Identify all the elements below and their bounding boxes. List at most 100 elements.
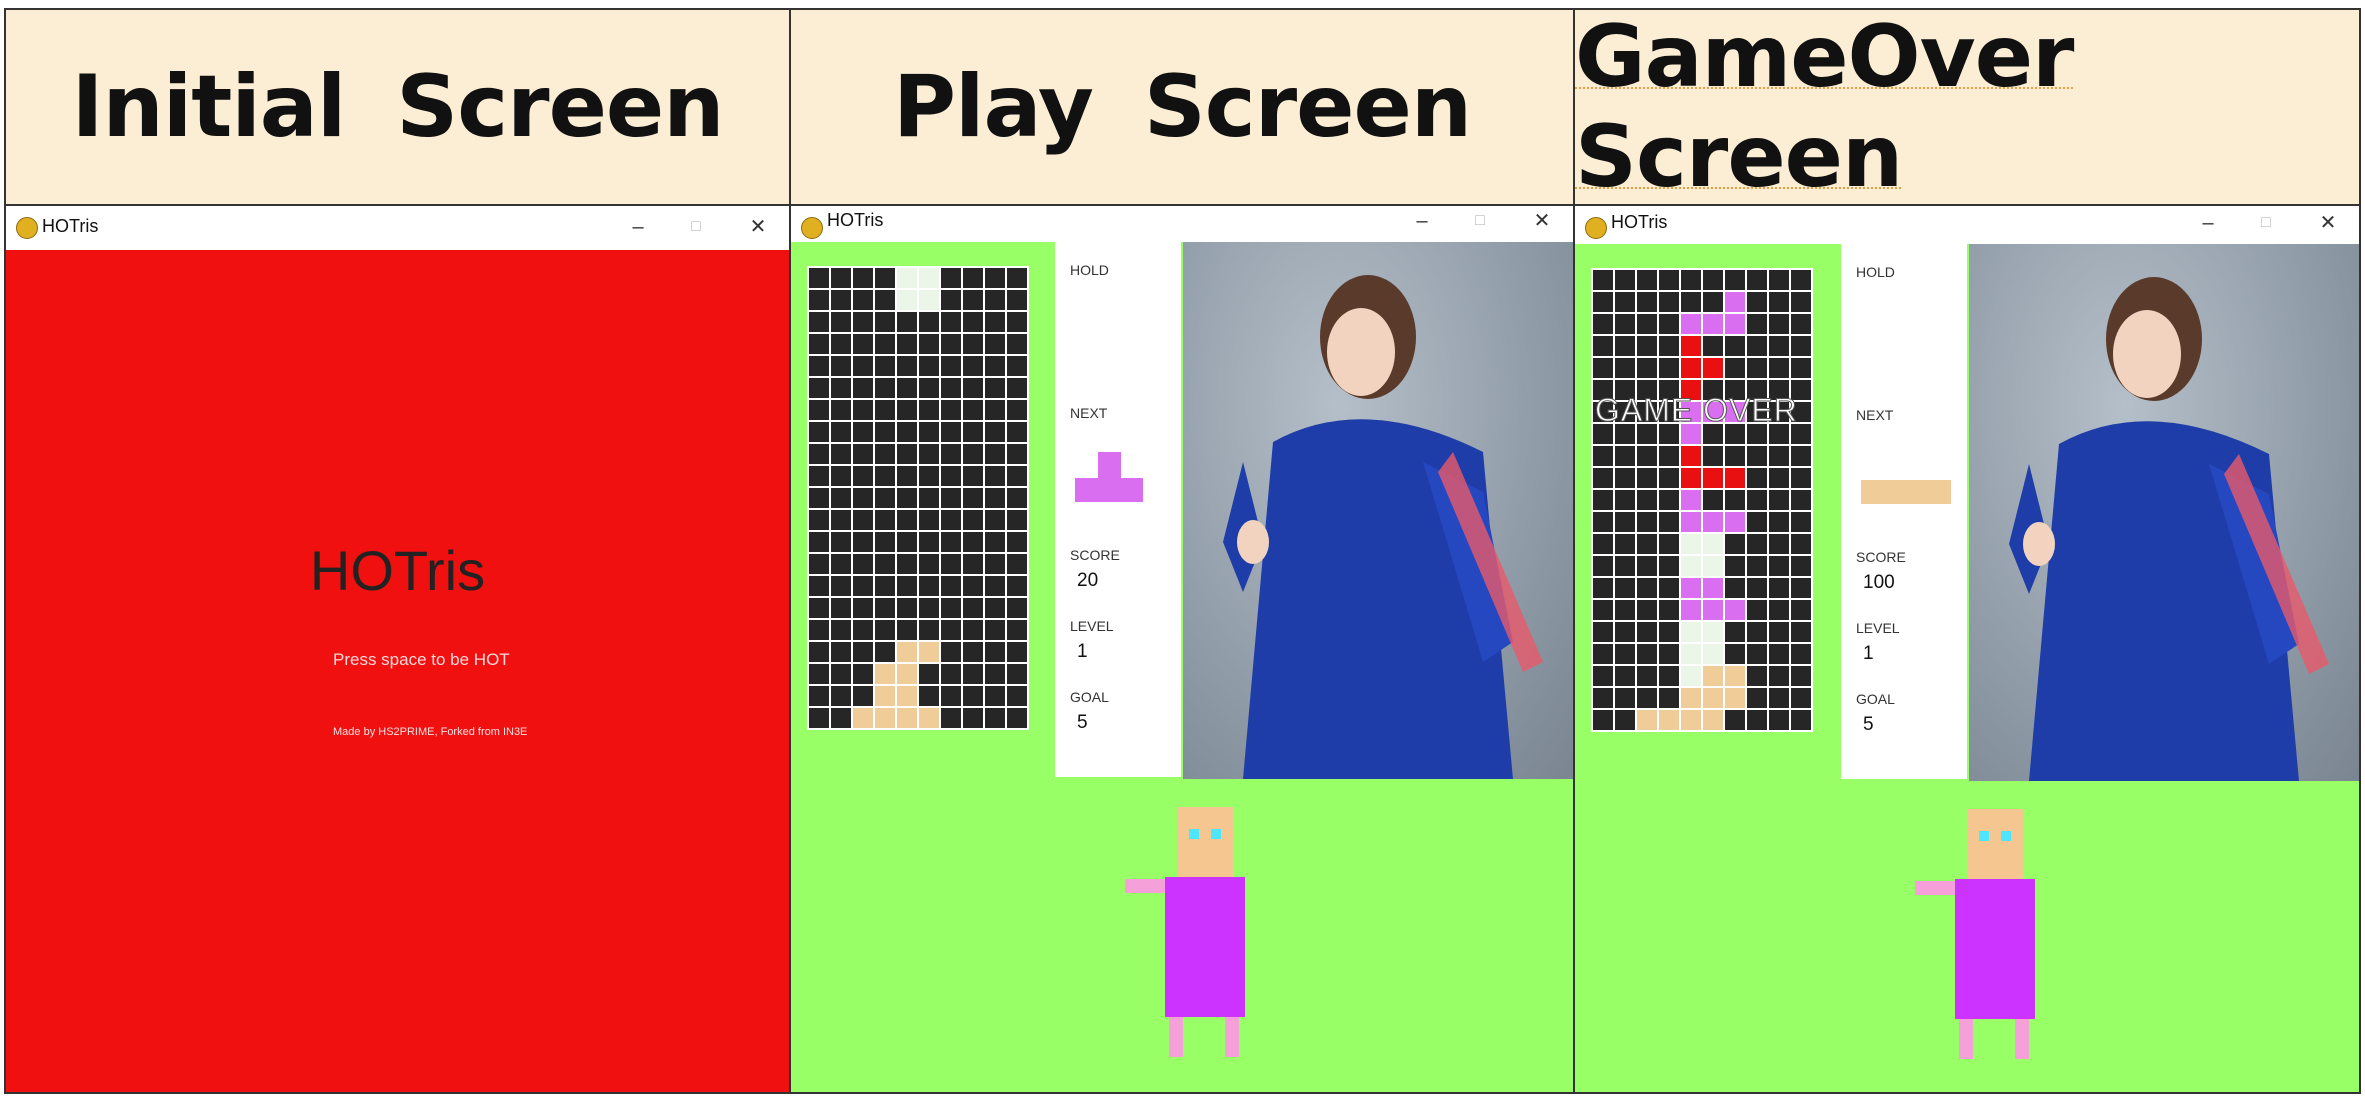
board-cell-empty [1593, 446, 1613, 466]
board-cell-filled [1725, 512, 1745, 532]
board-cell-empty [1747, 644, 1767, 664]
board-cell-empty [1659, 644, 1679, 664]
window-title: HOTris [1611, 212, 1668, 232]
goal-label: GOAL [1070, 689, 1109, 705]
tetris-board [807, 266, 1029, 730]
board-cell-empty [985, 444, 1005, 464]
board-cell-filled [897, 664, 917, 684]
maximize-button[interactable]: □ [2251, 208, 2281, 238]
board-cell-empty [1659, 556, 1679, 576]
board-cell-empty [985, 290, 1005, 310]
board-cell-empty [875, 444, 895, 464]
board-cell-empty [1659, 314, 1679, 334]
board-cell-filled [897, 268, 917, 288]
board-cell-empty [1007, 400, 1027, 420]
board-cell-empty [1637, 644, 1657, 664]
board-cell-filled [1725, 688, 1745, 708]
board-cell-empty [1791, 600, 1811, 620]
board-cell-empty [853, 356, 873, 376]
board-cell-empty [1637, 490, 1657, 510]
board-cell-empty [831, 488, 851, 508]
board-cell-empty [1769, 270, 1789, 290]
board-cell-empty [809, 708, 829, 728]
board-cell-empty [985, 532, 1005, 552]
score-label: SCORE [1856, 549, 1906, 565]
board-cell-empty [853, 312, 873, 332]
gameover-game-area[interactable]: GAME OVER HOLD NEXT SCORE 100 LEVEL 1 GO… [1575, 244, 2359, 1092]
board-cell-empty [985, 510, 1005, 530]
board-cell-filled [1703, 512, 1723, 532]
board-cell-empty [1769, 314, 1789, 334]
board-cell-filled [1681, 468, 1701, 488]
board-cell-empty [1007, 554, 1027, 574]
board-cell-empty [831, 598, 851, 618]
board-cell-filled [1703, 556, 1723, 576]
initial-game-area[interactable]: HOTris Press space to be HOT Made by HS2… [6, 250, 789, 1092]
board-cell-filled [1681, 534, 1701, 554]
board-cell-empty [875, 290, 895, 310]
board-cell-filled [1681, 490, 1701, 510]
initial-screen-panel: Initial Screen HOTris – □ ✕ HOTris Press… [4, 8, 791, 1094]
board-cell-empty [919, 664, 939, 684]
minimize-button[interactable]: – [2193, 208, 2223, 238]
board-cell-empty [853, 686, 873, 706]
board-cell-filled [1703, 600, 1723, 620]
board-cell-empty [1007, 422, 1027, 442]
board-cell-empty [1747, 666, 1767, 686]
board-cell-empty [897, 312, 917, 332]
maximize-button[interactable]: □ [681, 212, 711, 242]
board-cell-empty [853, 576, 873, 596]
close-button[interactable]: ✕ [743, 212, 773, 242]
board-cell-filled [919, 708, 939, 728]
board-cell-empty [1769, 292, 1789, 312]
board-cell-empty [1725, 490, 1745, 510]
board-cell-empty [941, 708, 961, 728]
panel-header-text: Initial Screen [71, 57, 725, 157]
board-cell-filled [1725, 666, 1745, 686]
board-cell-empty [1615, 490, 1635, 510]
board-cell-empty [831, 532, 851, 552]
board-cell-empty [963, 378, 983, 398]
board-cell-empty [1637, 578, 1657, 598]
board-cell-empty [1747, 534, 1767, 554]
board-cell-empty [853, 422, 873, 442]
board-cell-empty [1615, 534, 1635, 554]
board-cell-empty [1725, 336, 1745, 356]
score-value: 20 [1077, 570, 1099, 591]
minimize-button[interactable]: – [1407, 206, 1437, 236]
board-cell-empty [985, 598, 1005, 618]
next-piece-t-block [1075, 452, 1143, 502]
board-cell-empty [809, 686, 829, 706]
board-cell-empty [941, 686, 961, 706]
board-cell-empty [941, 356, 961, 376]
board-cell-empty [1791, 666, 1811, 686]
window-titlebar[interactable]: HOTris – □ ✕ [6, 206, 789, 251]
board-cell-empty [809, 554, 829, 574]
board-cell-empty [875, 356, 895, 376]
board-cell-empty [831, 708, 851, 728]
board-cell-empty [831, 576, 851, 596]
minimize-button[interactable]: – [623, 212, 653, 242]
board-cell-empty [1791, 490, 1811, 510]
goal-value: 5 [1863, 714, 1874, 735]
board-cell-empty [897, 488, 917, 508]
board-cell-empty [809, 532, 829, 552]
board-cell-empty [875, 554, 895, 574]
board-cell-empty [919, 444, 939, 464]
board-cell-empty [853, 620, 873, 640]
board-cell-empty [1791, 578, 1811, 598]
board-cell-empty [919, 488, 939, 508]
board-cell-filled [1703, 622, 1723, 642]
board-cell-empty [831, 620, 851, 640]
close-button[interactable]: ✕ [2313, 208, 2343, 238]
close-button[interactable]: ✕ [1527, 206, 1557, 236]
board-cell-empty [809, 334, 829, 354]
board-cell-empty [985, 686, 1005, 706]
board-cell-empty [919, 554, 939, 574]
board-cell-empty [1747, 490, 1767, 510]
maximize-button[interactable]: □ [1465, 206, 1495, 236]
play-game-area[interactable]: HOLD NEXT SCORE 20 LEVEL 1 GOAL 5 [791, 242, 1573, 1092]
board-cell-empty [963, 620, 983, 640]
board-cell-empty [963, 642, 983, 662]
board-cell-empty [875, 642, 895, 662]
